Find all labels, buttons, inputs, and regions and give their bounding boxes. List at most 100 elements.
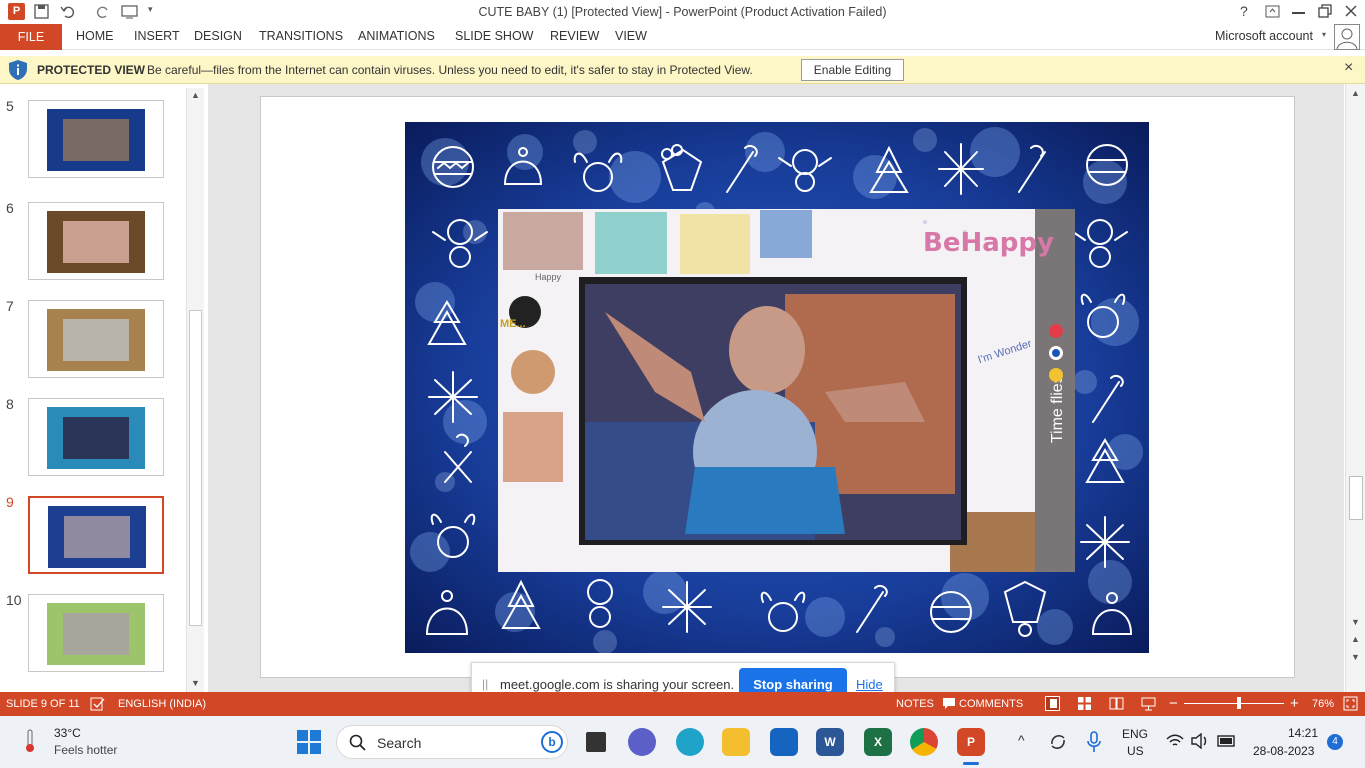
slide-thumbnail-6[interactable] bbox=[28, 202, 164, 280]
teams-chat-icon[interactable] bbox=[628, 728, 656, 756]
edge-icon[interactable] bbox=[676, 728, 704, 756]
zoom-slider[interactable] bbox=[1184, 697, 1284, 709]
photo-text-me: ME... bbox=[500, 318, 526, 330]
slide-thumbnail-5[interactable] bbox=[28, 100, 164, 178]
weather-desc[interactable]: Feels hotter bbox=[54, 743, 117, 757]
slide-thumbnail-9[interactable] bbox=[28, 496, 164, 574]
weather-temp[interactable]: 33°C bbox=[54, 726, 81, 740]
wifi-icon[interactable] bbox=[1166, 734, 1184, 748]
windows-start-icon[interactable] bbox=[297, 730, 321, 754]
slide-sorter-icon[interactable] bbox=[1077, 696, 1092, 711]
slide-counter[interactable]: SLIDE 9 OF 11 bbox=[6, 698, 80, 710]
editor-scroll-thumb[interactable] bbox=[1349, 476, 1363, 520]
hide-link[interactable]: Hide bbox=[856, 677, 883, 692]
battery-icon[interactable] bbox=[1217, 735, 1237, 747]
thumbnail-image bbox=[47, 109, 145, 171]
help-icon[interactable]: ? bbox=[1240, 3, 1248, 19]
scroll-thumb[interactable] bbox=[189, 310, 202, 626]
task-view-icon[interactable] bbox=[582, 728, 610, 756]
comments-button[interactable]: COMMENTS bbox=[959, 698, 1023, 710]
bing-icon[interactable]: b bbox=[541, 731, 563, 753]
thumbnail-photo bbox=[63, 119, 129, 161]
windows-taskbar: 33°C Feels hotter Search b W X P ^ ENG U… bbox=[0, 716, 1365, 768]
search-icon bbox=[349, 734, 366, 751]
language-indicator[interactable]: ENGLISH (INDIA) bbox=[118, 698, 206, 710]
ribbon-tabs: FILE HOME INSERT DESIGN TRANSITIONS ANIM… bbox=[0, 24, 1365, 50]
tab-animations[interactable]: ANIMATIONS bbox=[358, 29, 435, 43]
thumbnail-number: 5 bbox=[6, 98, 14, 114]
sharing-message: meet.google.com is sharing your screen. bbox=[500, 677, 735, 692]
volume-icon[interactable] bbox=[1191, 733, 1209, 749]
notes-button[interactable]: NOTES bbox=[896, 698, 934, 710]
minimize-button[interactable] bbox=[1292, 12, 1305, 14]
previous-slide-icon[interactable]: ▲ bbox=[1351, 634, 1360, 644]
thumbnail-image bbox=[47, 407, 145, 469]
spell-check-icon[interactable] bbox=[90, 697, 105, 711]
file-explorer-icon[interactable] bbox=[722, 728, 750, 756]
tab-design[interactable]: DESIGN bbox=[194, 29, 242, 43]
slide-thumbnail-10[interactable] bbox=[28, 594, 164, 672]
zoom-in-button[interactable]: + bbox=[1290, 695, 1299, 712]
thumbnail-image bbox=[47, 309, 145, 371]
eye-emoji-icon bbox=[1049, 346, 1063, 360]
slide-show-icon[interactable] bbox=[1141, 696, 1156, 711]
zoom-slider-thumb[interactable] bbox=[1237, 697, 1241, 709]
tab-slide-show[interactable]: SLIDE SHOW bbox=[455, 29, 534, 43]
editor-scroll-up-icon[interactable]: ▲ bbox=[1351, 88, 1360, 98]
language-eng[interactable]: ENG bbox=[1122, 727, 1148, 741]
powerpoint-taskbar-icon[interactable]: P bbox=[957, 728, 985, 756]
clock-date[interactable]: 28-08-2023 bbox=[1253, 744, 1314, 758]
thumbnail-number: 8 bbox=[6, 396, 14, 412]
excel-icon[interactable]: X bbox=[864, 728, 892, 756]
chrome-icon[interactable] bbox=[910, 728, 938, 756]
normal-view-icon[interactable] bbox=[1045, 696, 1060, 711]
fit-slide-icon[interactable] bbox=[1343, 696, 1358, 711]
tab-file[interactable]: FILE bbox=[0, 24, 62, 50]
thumbnail-photo bbox=[63, 319, 129, 361]
active-app-indicator bbox=[963, 762, 979, 765]
drag-handle-icon[interactable]: || bbox=[482, 677, 488, 691]
avatar[interactable] bbox=[1334, 24, 1360, 50]
sync-icon[interactable] bbox=[1048, 732, 1068, 752]
language-us[interactable]: US bbox=[1127, 744, 1144, 758]
taskbar-search-box[interactable]: Search b bbox=[336, 725, 568, 759]
comments-icon[interactable] bbox=[942, 697, 956, 710]
reading-view-icon[interactable] bbox=[1109, 696, 1124, 711]
microphone-icon[interactable] bbox=[1086, 731, 1102, 753]
restore-button[interactable] bbox=[1318, 4, 1332, 18]
tab-review[interactable]: REVIEW bbox=[550, 29, 599, 43]
tab-transitions[interactable]: TRANSITIONS bbox=[259, 29, 343, 43]
account-dropdown-icon[interactable]: ▾ bbox=[1322, 30, 1326, 39]
show-hidden-icons[interactable]: ^ bbox=[1018, 732, 1025, 748]
zoom-out-button[interactable]: − bbox=[1169, 695, 1178, 712]
thumbnail-number: 10 bbox=[6, 592, 22, 608]
editor-scrollbar[interactable]: ▲ ▼ ▲ ▼ bbox=[1345, 84, 1365, 692]
mail-icon[interactable] bbox=[770, 728, 798, 756]
slide-9: BeHappy Happy ME... I'm Wonder Time flie… bbox=[405, 122, 1149, 653]
slide-thumbnail-8[interactable] bbox=[28, 398, 164, 476]
tab-view[interactable]: VIEW bbox=[615, 29, 647, 43]
word-icon[interactable]: W bbox=[816, 728, 844, 756]
photo-text-behappy: BeHappy bbox=[923, 228, 1054, 258]
account-name[interactable]: Microsoft account bbox=[1215, 29, 1313, 43]
thermometer-icon[interactable] bbox=[22, 728, 38, 754]
notification-badge[interactable]: 4 bbox=[1327, 734, 1343, 750]
zoom-level[interactable]: 76% bbox=[1312, 698, 1334, 710]
ribbon-display-options-icon[interactable] bbox=[1265, 5, 1280, 18]
slide-thumbnail-7[interactable] bbox=[28, 300, 164, 378]
scroll-up-arrow-icon[interactable]: ▲ bbox=[191, 90, 200, 100]
thumbnail-image bbox=[47, 211, 145, 273]
clock-time[interactable]: 14:21 bbox=[1288, 726, 1318, 740]
thumbnail-number: 9 bbox=[6, 494, 14, 510]
thumbnail-scrollbar[interactable]: ▲ ▼ bbox=[186, 88, 204, 692]
enable-editing-button[interactable]: Enable Editing bbox=[801, 59, 904, 81]
scroll-down-arrow-icon[interactable]: ▼ bbox=[191, 678, 200, 688]
close-window-button[interactable] bbox=[1344, 4, 1358, 18]
next-slide-icon[interactable]: ▼ bbox=[1351, 652, 1360, 662]
editor-scroll-down-icon[interactable]: ▼ bbox=[1351, 617, 1360, 627]
tab-insert[interactable]: INSERT bbox=[134, 29, 180, 43]
thumbnail-photo bbox=[63, 221, 129, 263]
window-title: CUTE BABY (1) [Protected View] - PowerPo… bbox=[478, 5, 887, 19]
close-protected-bar-icon[interactable]: × bbox=[1344, 59, 1353, 77]
tab-home[interactable]: HOME bbox=[76, 29, 114, 43]
